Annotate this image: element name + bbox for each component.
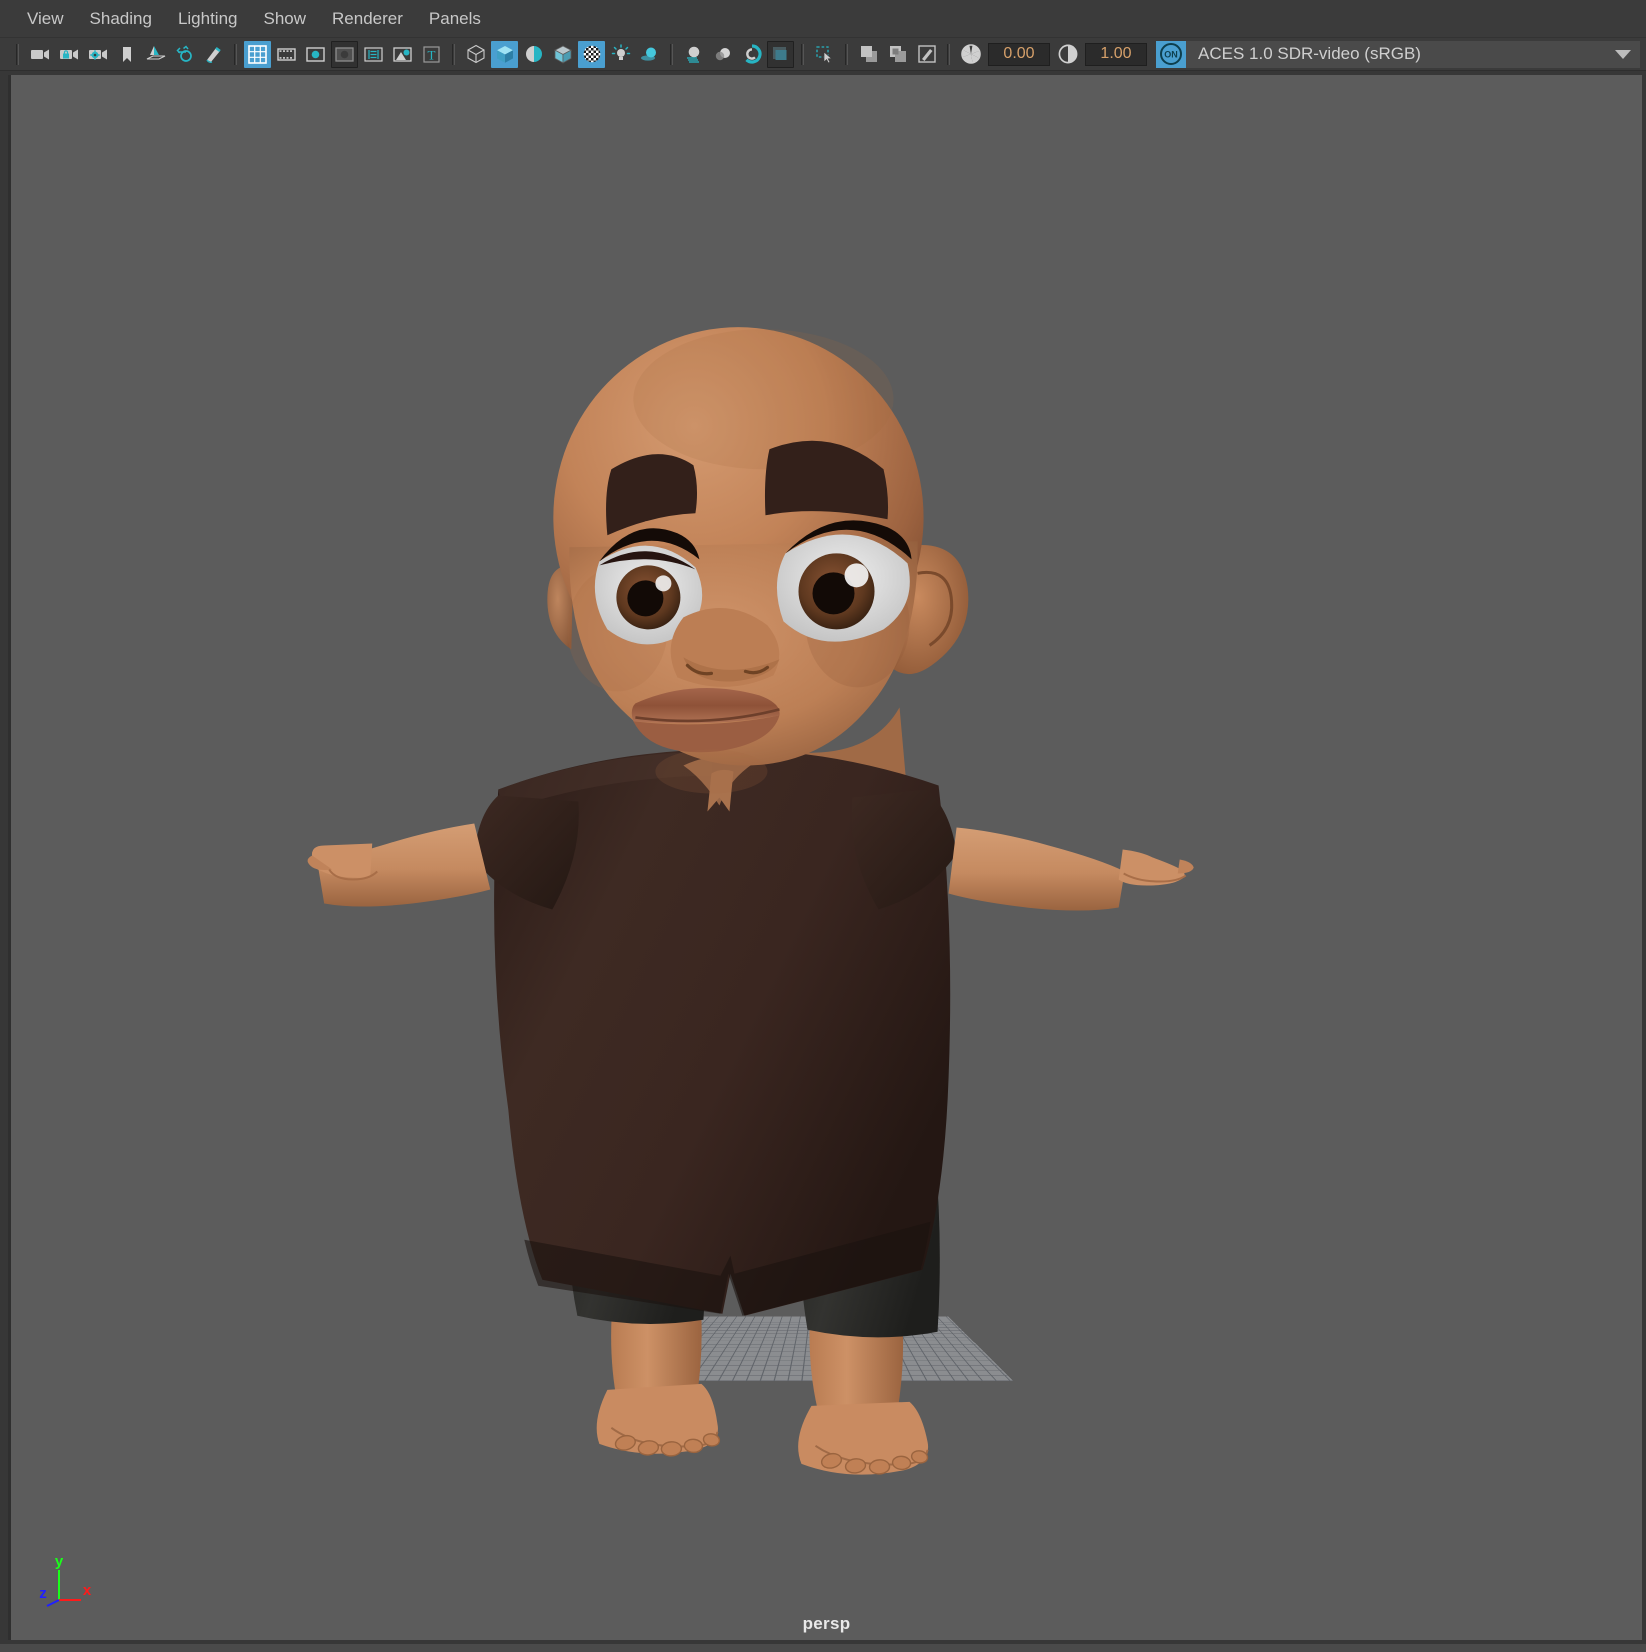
image-plane-icon (393, 46, 412, 62)
axis-x-label: x (83, 1582, 92, 1599)
exposure-icon-button[interactable] (957, 41, 984, 68)
shadows-icon-button[interactable] (636, 41, 663, 68)
wireframe-shading-icon-button[interactable] (462, 41, 489, 68)
axis-z-label: z (39, 1585, 47, 1602)
xray-active-components-icon-button[interactable] (913, 41, 940, 68)
depth-of-field-icon (773, 46, 787, 60)
gamma-icon-button[interactable] (1054, 41, 1081, 68)
color-management-toggle[interactable]: ON (1156, 40, 1186, 68)
resolution-gate-icon (306, 46, 325, 62)
menu-panels[interactable]: Panels (416, 7, 494, 31)
resolution-gate-icon-button[interactable] (302, 41, 329, 68)
maya-window: View Shading Lighting Show Renderer Pane… (0, 0, 1646, 1652)
toolbar-separator (670, 43, 673, 65)
xray-joints-icon (889, 46, 906, 62)
wireframe-shading-icon (466, 44, 485, 64)
toolbar-separator (947, 43, 950, 65)
axis-y-label: y (55, 1553, 64, 1570)
texture-shading-icon-button[interactable] (578, 40, 605, 68)
wireframe-on-shaded-icon-button[interactable] (549, 41, 576, 68)
gate-mask-icon-button[interactable] (331, 40, 358, 68)
isolate-select-icon-button[interactable] (811, 41, 838, 68)
hud-text-icon: T (423, 45, 440, 63)
shade-selected-items-icon-button[interactable] (520, 41, 547, 68)
xray-mode-icon-button[interactable] (855, 41, 882, 68)
color-management-on-icon: ON (1160, 43, 1182, 65)
panel-menu-bar: View Shading Lighting Show Renderer Pane… (0, 0, 1646, 38)
zoom-region-icon-button[interactable] (171, 41, 198, 68)
camera-attributes-icon (88, 49, 107, 60)
screen-space-ao-icon-button[interactable] (680, 41, 707, 68)
ground-grid (633, 1316, 1014, 1382)
multisample-aa-icon (744, 44, 762, 64)
toolbar-separator (234, 43, 237, 65)
toolbar-separator (845, 43, 848, 65)
film-gate-icon-button[interactable] (273, 41, 300, 68)
svg-text:ON: ON (1164, 50, 1178, 60)
chevron-down-icon[interactable] (1606, 40, 1640, 68)
shadows-icon (640, 47, 656, 61)
motion-blur-icon-button[interactable] (709, 41, 736, 68)
grid-plane-icon (146, 46, 165, 60)
persp-viewport[interactable]: y x z persp (8, 75, 1642, 1640)
xray-joints-icon-button[interactable] (884, 41, 911, 68)
multisample-aa-icon-button[interactable] (738, 41, 765, 68)
hud-text-icon-button[interactable]: T (418, 41, 445, 68)
eye-right (776, 520, 912, 642)
xray-active-components-icon (917, 45, 936, 63)
smooth-shade-all-icon (496, 46, 513, 63)
view-transform-combo[interactable]: ACES 1.0 SDR-video (sRGB) (1186, 40, 1640, 68)
eye-left (594, 528, 703, 645)
lock-camera-icon (59, 49, 78, 60)
bookmark-icon (122, 47, 131, 62)
smooth-shade-all-icon-button[interactable] (491, 40, 518, 68)
field-chart-icon (364, 46, 383, 62)
exposure-field[interactable]: 0.00 (988, 42, 1050, 66)
motion-blur-icon (715, 48, 730, 61)
toolbar-separator (452, 43, 455, 65)
menu-show[interactable]: Show (251, 7, 320, 31)
menu-view[interactable]: View (14, 7, 77, 31)
toolbar-separator (801, 43, 804, 65)
panel-status-strip (0, 1644, 1646, 1652)
camera-attributes-icon-button[interactable] (84, 41, 111, 68)
isolate-select-icon (815, 46, 832, 64)
gamma-field[interactable]: 1.00 (1085, 42, 1147, 66)
xray-mode-icon (860, 46, 877, 62)
wireframe-on-shaded-icon (553, 45, 572, 64)
camera-icon-button[interactable] (26, 41, 53, 68)
paint-effects-icon (205, 47, 221, 63)
use-default-lighting-icon-button[interactable] (607, 41, 634, 68)
exposure-icon (960, 44, 981, 64)
axis-orientation-gizmo: y x z (39, 1553, 92, 1607)
film-gate-icon (277, 47, 296, 61)
character-model (307, 327, 1194, 1475)
camera-icon (30, 49, 49, 60)
light-bulb-icon (611, 44, 630, 60)
grid-toggle-icon (248, 44, 267, 64)
menu-renderer[interactable]: Renderer (319, 7, 416, 31)
zoom-region-icon (175, 45, 192, 62)
lock-camera-icon-button[interactable] (55, 41, 82, 68)
gamma-icon (1058, 44, 1077, 64)
texture-shading-icon (583, 45, 600, 63)
toolbar-separator (16, 43, 19, 65)
svg-text:T: T (428, 47, 436, 62)
viewport-toolbar: T 0.00 1.00 ON ACES 1.0 SDR-video (sRGB) (0, 38, 1646, 71)
shade-selected-items-icon (525, 46, 542, 62)
camera-name-label: persp (802, 1614, 851, 1633)
image-plane-icon-button[interactable] (389, 41, 416, 68)
paint-effects-icon-button[interactable] (200, 41, 227, 68)
menu-shading[interactable]: Shading (77, 7, 165, 31)
screen-space-ao-icon (686, 46, 699, 63)
bookmark-icon-button[interactable] (113, 41, 140, 68)
view-transform-label: ACES 1.0 SDR-video (sRGB) (1198, 44, 1421, 63)
field-chart-icon-button[interactable] (360, 41, 387, 68)
gate-mask-icon (335, 46, 354, 62)
grid-toggle-icon-button[interactable] (244, 40, 271, 68)
depth-of-field-icon-button[interactable] (767, 40, 794, 68)
grid-plane-icon-button[interactable] (142, 41, 169, 68)
menu-lighting[interactable]: Lighting (165, 7, 251, 31)
viewport-container: y x z persp (0, 71, 1646, 1644)
